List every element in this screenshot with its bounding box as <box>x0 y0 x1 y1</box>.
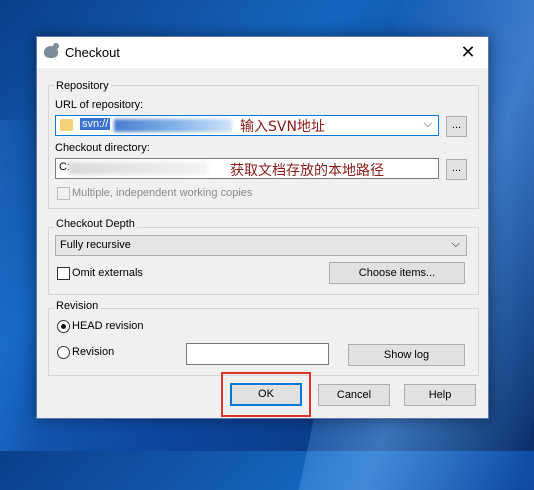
revision-group-label: Revision <box>54 300 101 312</box>
folder-icon <box>60 119 73 131</box>
url-label: URL of repository: <box>55 99 144 111</box>
show-log-button[interactable]: Show log <box>348 344 465 366</box>
checkout-dialog: Checkout ✕ Repository URL of repository:… <box>36 36 489 419</box>
head-revision-radio[interactable] <box>57 320 70 333</box>
revision-label: Revision <box>72 346 115 358</box>
dir-annotation: 获取文档存放的本地路径 <box>230 163 384 179</box>
multiple-copies-checkbox[interactable] <box>57 187 70 200</box>
checkout-dir-field[interactable]: C: 获取文档存放的本地路径 <box>55 158 439 179</box>
close-button[interactable]: ✕ <box>448 37 488 68</box>
cancel-button[interactable]: Cancel <box>318 384 390 406</box>
title-bar: Checkout ✕ <box>37 37 488 68</box>
head-revision-label: HEAD revision <box>72 320 144 332</box>
depth-selected: Fully recursive <box>60 239 131 251</box>
url-value: svn:// <box>80 118 111 130</box>
url-annotation: 输入SVN地址 <box>240 119 325 135</box>
url-combobox[interactable]: svn:// 输入SVN地址 ⌵ <box>55 115 439 136</box>
multiple-copies-label: Multiple, independent working copies <box>72 187 253 199</box>
revision-input[interactable] <box>186 343 329 365</box>
browse-dir-button[interactable]: ... <box>446 159 467 180</box>
tortoise-icon <box>44 43 59 58</box>
browse-url-button[interactable]: ... <box>446 116 467 137</box>
omit-externals-checkbox[interactable] <box>57 267 70 280</box>
repository-group-label: Repository <box>54 80 111 92</box>
desktop-glow <box>0 120 40 451</box>
omit-externals-label: Omit externals <box>72 267 143 279</box>
revision-radio[interactable] <box>57 346 70 359</box>
chevron-down-icon: ⌵ <box>451 238 460 250</box>
chevron-down-icon[interactable]: ⌵ <box>424 118 432 131</box>
help-button[interactable]: Help <box>404 384 476 406</box>
depth-select[interactable]: Fully recursive ⌵ <box>55 235 467 256</box>
url-redacted <box>114 119 232 132</box>
depth-group-label: Checkout Depth <box>54 218 137 230</box>
window-title: Checkout <box>65 45 120 60</box>
choose-items-button[interactable]: Choose items... <box>329 262 465 284</box>
ok-button[interactable]: OK <box>230 383 302 406</box>
dir-label: Checkout directory: <box>55 142 150 154</box>
dir-redacted <box>68 162 208 175</box>
